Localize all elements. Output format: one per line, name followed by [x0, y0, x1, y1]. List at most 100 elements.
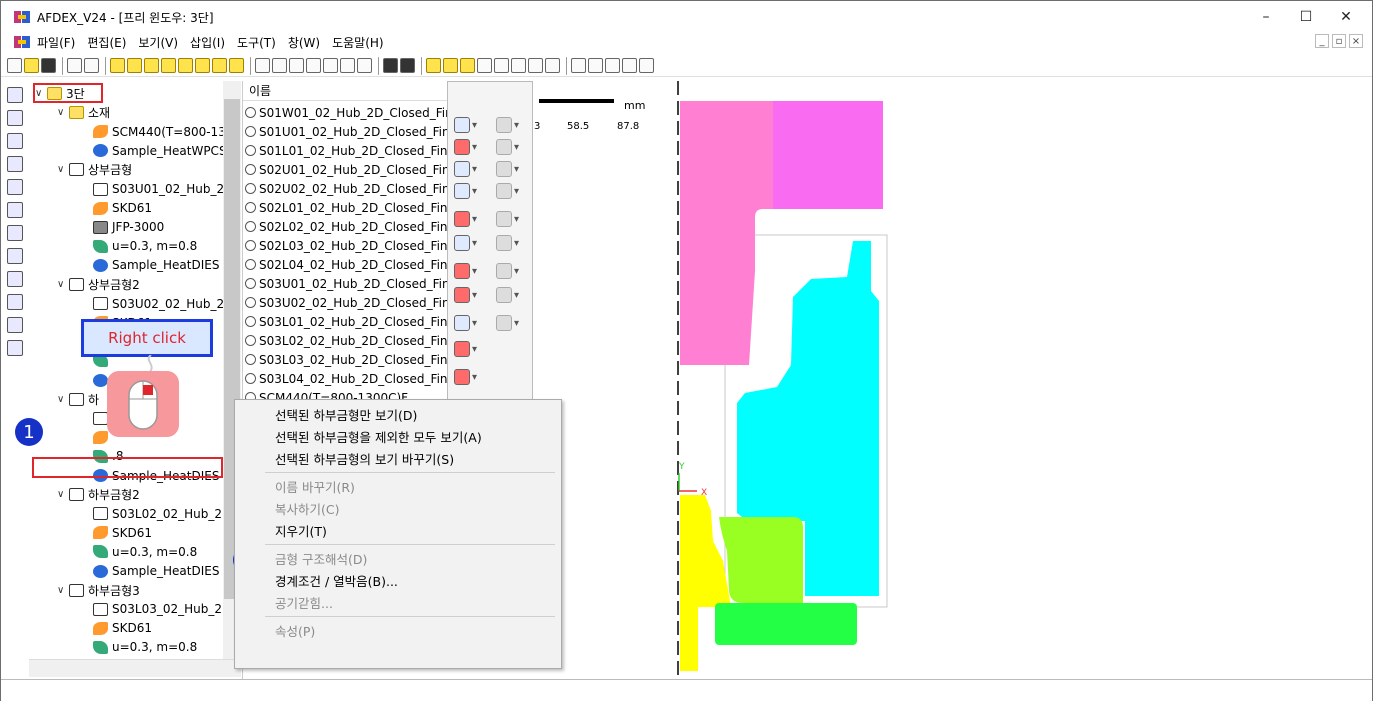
menu-insert[interactable]: 삽입(I) — [190, 34, 225, 51]
import-icon[interactable] — [67, 58, 82, 73]
viewport-canvas[interactable]: mm 3 58.5 87.8 Y X — [531, 81, 1372, 679]
tree-node[interactable]: Sample_HeatWPCS_ — [81, 141, 233, 160]
cube-view-icon-1[interactable] — [426, 58, 441, 73]
cube-view-icon-5[interactable] — [494, 58, 509, 73]
tree-node[interactable]: Sample_HeatDIES — [81, 256, 219, 275]
f-tool-18[interactable]: ▾ — [496, 314, 526, 332]
menu-view[interactable]: 보기(V) — [138, 34, 178, 51]
tree-node[interactable]: ∨ 상부금형2 — [57, 275, 140, 294]
tree-node[interactable]: ∨ 하 — [57, 390, 99, 409]
tree-node[interactable]: ∨ 상부금형 — [57, 160, 132, 179]
tree-node[interactable]: ∨ 소재 — [57, 103, 110, 122]
tree-node[interactable]: S03U02_02_Hub_2D — [81, 294, 233, 313]
f-tool-17[interactable]: ▾ — [454, 314, 484, 332]
f-tool-4[interactable]: ▾ — [496, 138, 526, 156]
die-tool-icon-1[interactable] — [110, 58, 125, 73]
tree-node[interactable]: u=0.3, m=0.8 — [81, 542, 197, 561]
list-item[interactable]: S01L01_02_Hub_2D_Closed_Final — [245, 141, 448, 160]
list-item[interactable]: S03L04_02_Hub_2D_Closed_Final — [245, 369, 448, 388]
context-menu-item[interactable]: 선택된 하부금형을 제외한 모두 보기(A) — [275, 426, 482, 446]
display-icon[interactable] — [7, 179, 23, 195]
tree-node[interactable]: SKD61 — [81, 523, 152, 542]
f-tool-7[interactable]: ▾ — [454, 182, 484, 200]
monitor-icon[interactable] — [7, 133, 23, 149]
cube-view-icon-4[interactable] — [477, 58, 492, 73]
f-tool-9[interactable]: ▾ — [454, 210, 484, 228]
zoom-fit-icon[interactable] — [571, 58, 586, 73]
zoom-window-icon[interactable] — [605, 58, 620, 73]
f-tool-16[interactable]: ▾ — [496, 286, 526, 304]
tree-node[interactable]: JFP-3000 — [81, 218, 164, 237]
wrench-icon[interactable] — [357, 58, 372, 73]
context-menu-item[interactable]: 선택된 하부금형의 보기 바꾸기(S) — [275, 448, 454, 468]
tree-node[interactable]: S03L02_02_Hub_2D — [81, 504, 231, 523]
tree-node[interactable]: SCM440(T=800-130 — [81, 122, 233, 141]
chevron-down-icon[interactable]: ∨ — [57, 164, 69, 175]
tree-node[interactable]: u=0.3, m=0.8 — [81, 638, 197, 657]
context-menu-item[interactable]: 경계조건 / 열박음(B)... — [275, 570, 398, 590]
tree-node[interactable]: S03U01_02_Hub_2D — [81, 180, 233, 199]
cube-view-icon-6[interactable] — [511, 58, 526, 73]
list-item[interactable]: S01W01_02_Hub_2D_Closed_Fina — [245, 103, 448, 122]
view-tool-icon-4[interactable] — [306, 58, 321, 73]
menu-tools[interactable]: 도구(T) — [237, 34, 276, 51]
menu-file[interactable]: 파일(F) — [37, 34, 75, 51]
die-tool-icon-6[interactable] — [195, 58, 210, 73]
die-tool-icon-2[interactable] — [127, 58, 142, 73]
die-tool-icon-3[interactable] — [144, 58, 159, 73]
list-item[interactable]: S03L01_02_Hub_2D_Closed_Final — [245, 312, 448, 331]
zoom-in-icon[interactable] — [588, 58, 603, 73]
close-button[interactable]: ✕ — [1326, 1, 1366, 33]
list-item[interactable]: S02L01_02_Hub_2D_Closed_Final — [245, 198, 448, 217]
view-tool-icon-1[interactable] — [255, 58, 270, 73]
list-item[interactable]: S02L03_02_Hub_2D_Closed_Final — [245, 236, 448, 255]
mdi-minimize-button[interactable]: _ — [1315, 34, 1329, 48]
context-menu-item[interactable]: 지우기(T) — [275, 520, 327, 540]
cube-view-icon-3[interactable] — [460, 58, 475, 73]
list-item[interactable]: S02U01_02_Hub_2D_Closed_Final — [245, 160, 448, 179]
save-icon[interactable] — [41, 58, 56, 73]
tree-node[interactable]: ∨ 하부금형3 — [57, 581, 140, 600]
f-tool-19[interactable]: ▾ — [454, 340, 484, 358]
hand-tool-icon[interactable] — [7, 110, 23, 126]
f-tool-6[interactable]: ▾ — [496, 160, 526, 178]
tree-node[interactable]: Sample_HeatDIES — [81, 562, 219, 581]
export-icon[interactable] — [84, 58, 99, 73]
cube-outline-icon[interactable] — [7, 248, 23, 264]
cube-view-icon-7[interactable] — [528, 58, 543, 73]
list-item[interactable]: S02L04_02_Hub_2D_Closed_Final — [245, 255, 448, 274]
f-tool-8[interactable]: ▾ — [496, 182, 526, 200]
table-icon[interactable] — [7, 294, 23, 310]
list-item[interactable]: S03U01_02_Hub_2D_Closed_Final — [245, 274, 448, 293]
menu-window[interactable]: 창(W) — [288, 34, 320, 51]
maximize-button[interactable]: ☐ — [1286, 1, 1326, 33]
f-tool-2[interactable]: ▾ — [496, 116, 526, 134]
tree-node[interactable]: SKD61 — [81, 199, 152, 218]
f-tool-20[interactable]: ▾ — [454, 368, 484, 386]
list-item[interactable]: S01U01_02_Hub_2D_Closed_Final — [245, 122, 448, 141]
grid-icon[interactable] — [400, 58, 415, 73]
list-item[interactable]: S03L03_02_Hub_2D_Closed_Final — [245, 350, 448, 369]
f-tool-5[interactable]: ▾ — [454, 160, 484, 178]
edit-icon[interactable] — [7, 340, 23, 356]
cube-view-icon-8[interactable] — [545, 58, 560, 73]
mdi-close-button[interactable]: × — [1349, 34, 1363, 48]
list-item[interactable]: S03U02_02_Hub_2D_Closed_Final — [245, 293, 448, 312]
view-tool-icon-6[interactable] — [340, 58, 355, 73]
chevron-down-icon[interactable]: ∨ — [57, 107, 69, 118]
camera-icon[interactable] — [383, 58, 398, 73]
open-file-icon[interactable] — [24, 58, 39, 73]
chevron-down-icon[interactable]: ∨ — [57, 585, 69, 596]
f-tool-13[interactable]: ▾ — [454, 262, 484, 280]
tree-node[interactable]: u=0.3, m=0.8 — [81, 237, 197, 256]
die-tool-icon-5[interactable] — [178, 58, 193, 73]
die-tool-icon-8[interactable] — [229, 58, 244, 73]
stack-icon[interactable] — [7, 317, 23, 333]
list-item[interactable]: S02L02_02_Hub_2D_Closed_Final — [245, 217, 448, 236]
monitor-2-icon[interactable] — [7, 156, 23, 172]
minimize-button[interactable]: – — [1246, 1, 1286, 33]
mdi-restore-button[interactable]: ▫ — [1332, 34, 1346, 48]
tree-horizontal-scrollbar[interactable] — [29, 659, 241, 677]
view-tool-icon-5[interactable] — [323, 58, 338, 73]
cube-view-icon-2[interactable] — [443, 58, 458, 73]
